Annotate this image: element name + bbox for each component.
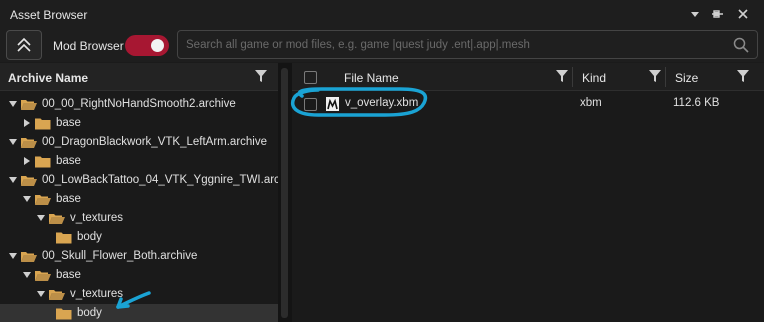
tree-item[interactable]: base [0, 114, 278, 133]
file-name: v_overlay.xbm [345, 97, 419, 109]
expand-arrow-down-icon[interactable] [22, 270, 32, 280]
close-icon[interactable] [736, 7, 750, 21]
folder-open-icon [21, 100, 37, 110]
tree-item[interactable]: body [0, 228, 278, 247]
search-icon[interactable] [733, 37, 749, 56]
tree-scrollbar[interactable] [281, 68, 288, 318]
tree-item-label: body [77, 307, 102, 319]
expand-arrow-down-icon[interactable] [36, 289, 46, 299]
tree-item-label: body [77, 231, 102, 243]
pin-icon[interactable] [711, 7, 725, 21]
window-title: Asset Browser [10, 8, 88, 22]
tree-item[interactable]: 00_Skull_Flower_Both.archive [0, 247, 278, 266]
tree-item-label: v_textures [70, 212, 124, 224]
file-name-column-header[interactable]: File Name [344, 71, 399, 85]
title-bar: Asset Browser [0, 0, 764, 28]
expand-arrow-right-icon[interactable] [22, 118, 32, 128]
expand-arrow-down-icon[interactable] [8, 137, 18, 147]
folder-icon [35, 118, 51, 130]
dropdown-icon[interactable] [688, 7, 702, 21]
folder-open-icon [21, 138, 37, 148]
tree-item[interactable]: body [0, 304, 278, 322]
file-kind: xbm [580, 97, 602, 109]
tree-item-label: 00_LowBackTattoo_04_VTK_Yggnire_TWI.arch… [42, 174, 301, 186]
folder-open-icon [35, 195, 51, 205]
row-checkbox[interactable] [304, 98, 317, 111]
select-all-checkbox[interactable] [304, 71, 317, 84]
tree-item[interactable]: base [0, 152, 278, 171]
expand-arrow-down-icon[interactable] [8, 99, 18, 109]
tree-item[interactable]: 00_DragonBlackwork_VTK_LeftArm.archive [0, 133, 278, 152]
tree-item[interactable]: base [0, 190, 278, 209]
tree-item-label: base [56, 193, 81, 205]
folder-open-icon [21, 252, 37, 262]
kind-column-header[interactable]: Kind [582, 71, 606, 85]
folder-open-icon [49, 214, 65, 224]
filter-icon[interactable] [255, 70, 267, 85]
column-separator[interactable] [572, 67, 573, 87]
tree-item[interactable]: v_textures [0, 209, 278, 228]
folder-icon [56, 308, 72, 320]
tree-item[interactable]: 00_LowBackTattoo_04_VTK_Yggnire_TWI.arch… [0, 171, 301, 190]
expand-arrow-right-icon[interactable] [22, 156, 32, 166]
tree-item[interactable]: 00_00_RightNoHandSmooth2.archive [0, 95, 278, 114]
tree-item[interactable]: v_textures [0, 285, 278, 304]
tree-item-label: 00_DragonBlackwork_VTK_LeftArm.archive [42, 136, 267, 148]
folder-open-icon [35, 271, 51, 281]
collapse-button[interactable] [6, 30, 42, 60]
tree-item-label: base [56, 117, 81, 129]
expand-arrow-down-icon[interactable] [36, 213, 46, 223]
expand-arrow-down-icon[interactable] [22, 194, 32, 204]
tree-item[interactable]: base [0, 266, 278, 285]
archive-panel-header: Archive Name [0, 63, 278, 91]
tree-item-label: base [56, 155, 81, 167]
mod-browser-toggle[interactable] [125, 35, 169, 56]
file-size: 112.6 KB [673, 97, 720, 109]
filter-icon[interactable] [649, 70, 661, 85]
expand-arrow-down-icon[interactable] [8, 175, 18, 185]
tree-item-label: 00_Skull_Flower_Both.archive [42, 250, 198, 262]
tree-item-label: base [56, 269, 81, 281]
file-list-header: File Name Kind Size [292, 63, 764, 91]
size-column-header[interactable]: Size [675, 71, 698, 85]
toggle-knob [151, 39, 164, 52]
folder-icon [56, 232, 72, 244]
mod-browser-label: Mod Browser [53, 39, 124, 53]
file-panel: File Name Kind Size v_overlay.xbm xbm 11… [292, 63, 764, 322]
file-row[interactable]: v_overlay.xbm xbm 112.6 KB [292, 94, 764, 114]
archive-panel: Archive Name 00_00_RightNoHandSmooth2.ar… [0, 63, 301, 322]
folder-icon [35, 156, 51, 168]
filter-icon[interactable] [737, 70, 749, 85]
search-box [177, 30, 758, 59]
search-input[interactable] [186, 31, 726, 58]
column-separator[interactable] [665, 67, 666, 87]
folder-open-icon [49, 290, 65, 300]
tree-item-label: v_textures [70, 288, 124, 300]
double-chevron-up-icon [17, 37, 31, 52]
toolbar: Mod Browser [0, 28, 764, 62]
archive-name-header: Archive Name [8, 71, 89, 85]
expand-arrow-down-icon[interactable] [8, 251, 18, 261]
tree-item-label: 00_00_RightNoHandSmooth2.archive [42, 98, 236, 110]
filter-icon[interactable] [556, 70, 568, 85]
folder-open-icon [21, 176, 37, 186]
texture-file-icon [326, 97, 339, 111]
